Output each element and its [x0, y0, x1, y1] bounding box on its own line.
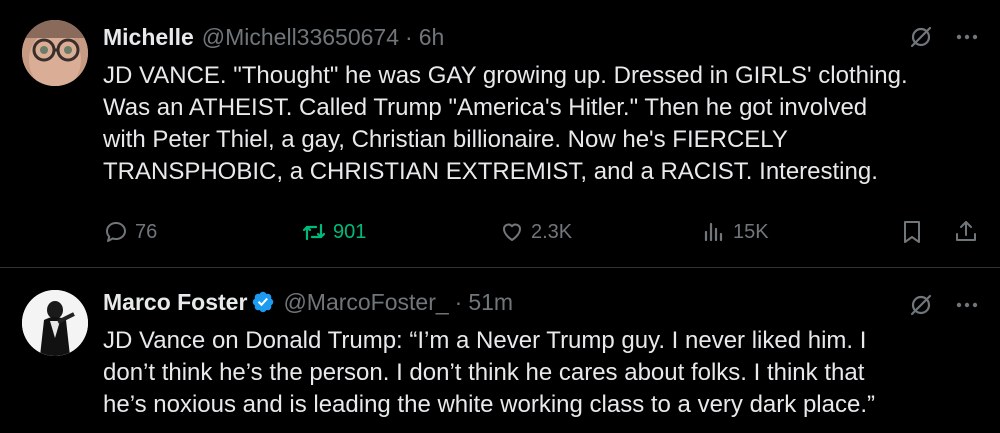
- like-button[interactable]: 2.3K: [499, 215, 572, 249]
- tweet-text-line: Was an ATHEIST. Called Trump "America's …: [103, 94, 868, 121]
- user-handle[interactable]: @MarcoFoster_: [283, 289, 448, 316]
- tweet-text-line: he’s noxious and is leading the white wo…: [103, 391, 875, 418]
- views-button[interactable]: 15K: [701, 215, 769, 249]
- tweet-text: JD Vance on Donald Trump: “I’m a Never T…: [103, 325, 973, 421]
- reply-count: 76: [135, 220, 158, 243]
- retweet-button[interactable]: 901: [301, 215, 366, 249]
- grok-icon[interactable]: [908, 24, 934, 50]
- retweet-icon: [302, 223, 326, 241]
- display-name[interactable]: Marco Foster: [103, 289, 247, 316]
- verified-badge-icon: [251, 290, 275, 314]
- user-handle[interactable]: @Michell33650674: [202, 24, 399, 51]
- reply-icon: [106, 222, 126, 242]
- like-count: 2.3K: [531, 220, 573, 243]
- share-icon: [956, 221, 976, 241]
- timestamp[interactable]: 51m: [468, 289, 513, 316]
- share-button[interactable]: [953, 215, 979, 249]
- tweet-text-line: JD Vance on Donald Trump: “I’m a Never T…: [103, 327, 867, 354]
- views-icon: [704, 222, 723, 242]
- tweet-text-line: JD VANCE. "Thought" he was GAY growing u…: [103, 62, 908, 89]
- separator-dot: ·: [454, 288, 463, 315]
- like-icon: [503, 223, 521, 241]
- reply-button[interactable]: 76: [103, 215, 157, 249]
- tweet-header: Marco Foster @MarcoFoster_ · 51m: [103, 287, 513, 317]
- more-icon[interactable]: [954, 292, 980, 318]
- grok-icon[interactable]: [908, 292, 934, 318]
- display-name[interactable]: Michelle: [103, 24, 194, 51]
- avatar[interactable]: [22, 290, 88, 356]
- tweet-text-line: don’t think he’s the person. I don’t thi…: [103, 359, 865, 386]
- bookmark-icon: [904, 221, 920, 243]
- bookmark-button[interactable]: [899, 215, 925, 249]
- tweet-text: JD VANCE. "Thought" he was GAY growing u…: [103, 60, 973, 188]
- more-icon[interactable]: [954, 24, 980, 50]
- timestamp[interactable]: 6h: [419, 24, 445, 51]
- tweet-actions: 76 901 2.3K 15K: [103, 215, 983, 249]
- retweet-count: 901: [333, 220, 367, 243]
- avatar[interactable]: [22, 20, 88, 86]
- tweet-text-line: with Peter Thiel, a gay, Christian billi…: [103, 126, 788, 153]
- tweet-top-actions: [908, 292, 980, 318]
- tweet-header: Michelle @Michell33650674 · 6h: [103, 22, 444, 52]
- tweet-top-actions: [908, 24, 980, 50]
- views-count: 15K: [733, 220, 769, 243]
- tweet-michelle[interactable]: Michelle @Michell33650674 · 6h JD VANCE.…: [0, 0, 1000, 268]
- separator-dot: ·: [405, 23, 413, 50]
- tweet-text-line: TRANSPHOBIC, a CHRISTIAN EXTREMIST, and …: [103, 158, 878, 185]
- tweet-marco-foster[interactable]: Marco Foster @MarcoFoster_ · 51m JD Vanc…: [0, 268, 1000, 433]
